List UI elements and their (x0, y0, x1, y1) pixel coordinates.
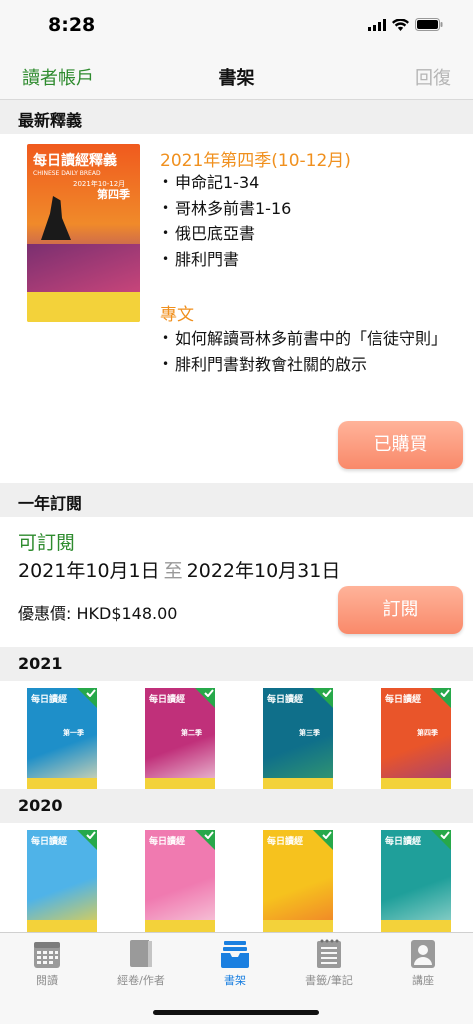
book-cover[interactable]: 每日讀經第一季 (27, 688, 97, 792)
tab-label: 書架 (224, 974, 246, 987)
owned-check-badge (313, 688, 333, 708)
latest-section-header: 最新釋義 (0, 100, 473, 134)
status-icons (368, 18, 443, 31)
book-cover[interactable]: 每日讀經第三季 (263, 688, 333, 792)
book-cover-title: 每日讀經 (267, 695, 304, 705)
books-list: 申命記1-34 哥林多前書1-16 俄巴底亞書 腓利門書 (160, 170, 291, 272)
year-2020-title: 2020 (18, 796, 63, 815)
book-icon (130, 940, 152, 967)
owned-check-badge (431, 688, 451, 708)
book-cover-title: 每日讀經 (385, 695, 422, 705)
subscription-section-header: 一年訂閱 (0, 483, 473, 517)
cover-landscape (27, 244, 140, 292)
book-cover-title: 每日讀經 (385, 837, 422, 847)
season-title: 2021年第四季(10-12月) (160, 151, 351, 171)
year-2020-section-header: 2020 (0, 789, 473, 823)
checkmark-icon (440, 831, 450, 839)
list-item: 腓利門書 (160, 247, 291, 273)
tab-bookmarks-notes[interactable]: 書籤/筆記 (282, 939, 376, 988)
book-cover-season: 第四季 (417, 729, 438, 737)
subscribe-button[interactable]: 訂閱 (338, 586, 463, 634)
latest-cover-image[interactable]: 每日讀經釋義 CHINESE DAILY BREAD 2021年10-12月 第… (27, 144, 140, 322)
topics-list: 如何解讀哥林多前書中的「信徒守則」 腓利門書對教會社關的啟示 (160, 326, 450, 377)
checkmark-icon (86, 831, 96, 839)
book-cover[interactable]: 每日讀經第二季 (145, 688, 215, 792)
book-cover[interactable]: 每日讀經 (145, 830, 215, 934)
list-item: 如何解讀哥林多前書中的「信徒守則」 (160, 326, 450, 352)
tray-icon (221, 941, 249, 968)
year-2020-covers: 每日讀經 每日讀經 每日讀經 每日讀經 (0, 830, 473, 934)
list-item: 申命記1-34 (160, 170, 291, 196)
tab-label: 講座 (412, 974, 434, 987)
tab-label: 閱讀 (36, 974, 58, 987)
cover-season: 第四季 (97, 188, 130, 201)
owned-check-badge (431, 830, 451, 850)
book-cover-season: 第二季 (181, 729, 202, 737)
tab-label: 書籤/筆記 (305, 974, 353, 987)
tab-lectures[interactable]: 講座 (376, 939, 470, 988)
year-2021-section-header: 2021 (0, 647, 473, 681)
status-bar: 8:28 (0, 0, 473, 54)
cover-title: 每日讀經釋義 (33, 153, 117, 169)
book-cover[interactable]: 每日讀經 (263, 830, 333, 934)
year-2021-covers: 每日讀經 第一季 每日讀經 第二季 每日讀經 第三季 每日讀經 第四季 (0, 688, 473, 792)
year-2021-title: 2021 (18, 654, 63, 673)
page-title: 書架 (218, 68, 255, 89)
book-cover[interactable]: 每日讀經第四季 (381, 688, 451, 792)
owned-check-badge (77, 688, 97, 708)
home-indicator (153, 1010, 319, 1015)
checkmark-icon (204, 831, 214, 839)
list-item: 哥林多前書1-16 (160, 196, 291, 222)
subscription-to: 至 (163, 560, 183, 582)
checkmark-icon (322, 831, 332, 839)
tab-read[interactable]: 閱讀 (0, 939, 94, 988)
subscription-section-title: 一年訂閱 (18, 494, 83, 513)
purchased-button[interactable]: 已購買 (338, 421, 463, 469)
tab-books-authors[interactable]: 經卷/作者 (94, 939, 188, 988)
signal-icon (368, 18, 386, 31)
notes-icon (317, 939, 341, 968)
subscription-end: 2022年10月31日 (186, 560, 341, 582)
subscription-start: 2021年10月1日 (18, 560, 160, 582)
checkmark-icon (204, 689, 214, 697)
topics-title: 專文 (160, 305, 194, 325)
cover-band (27, 292, 140, 322)
status-time: 8:28 (48, 14, 96, 36)
checkmark-icon (440, 689, 450, 697)
tab-label: 經卷/作者 (117, 974, 165, 987)
list-item: 俄巴底亞書 (160, 221, 291, 247)
book-cover[interactable]: 每日讀經 (381, 830, 451, 934)
person-icon (411, 940, 435, 968)
book-cover-title: 每日讀經 (31, 695, 68, 705)
wifi-icon (392, 18, 409, 31)
tab-bookshelf[interactable]: 書架 (188, 939, 282, 988)
book-cover-season: 第三季 (299, 729, 320, 737)
list-item: 腓利門書對教會社關的啟示 (160, 352, 450, 378)
book-cover-title: 每日讀經 (267, 837, 304, 847)
subscription-status: 可訂閱 (18, 532, 76, 554)
owned-check-badge (313, 830, 333, 850)
restore-button[interactable]: 回復 (415, 64, 451, 90)
book-cover[interactable]: 每日讀經 (27, 830, 97, 934)
book-cover-title: 每日讀經 (149, 837, 186, 847)
cover-figure (41, 196, 71, 240)
book-cover-title: 每日讀經 (31, 837, 68, 847)
owned-check-badge (77, 830, 97, 850)
checkmark-icon (86, 689, 96, 697)
navigation-bar: 讀者帳戶 書架 回復 (0, 54, 473, 100)
owned-check-badge (195, 688, 215, 708)
book-cover-title: 每日讀經 (149, 695, 186, 705)
subscription-range: 2021年10月1日至 2022年10月31日 (18, 556, 340, 583)
calendar-icon (34, 942, 60, 968)
subscription-price: 優惠價: HKD$148.00 (18, 604, 178, 623)
cover-subtitle: CHINESE DAILY BREAD (33, 170, 101, 177)
latest-section-title: 最新釋義 (18, 111, 83, 130)
checkmark-icon (322, 689, 332, 697)
battery-icon (415, 18, 443, 31)
owned-check-badge (195, 830, 215, 850)
book-cover-season: 第一季 (63, 729, 84, 737)
